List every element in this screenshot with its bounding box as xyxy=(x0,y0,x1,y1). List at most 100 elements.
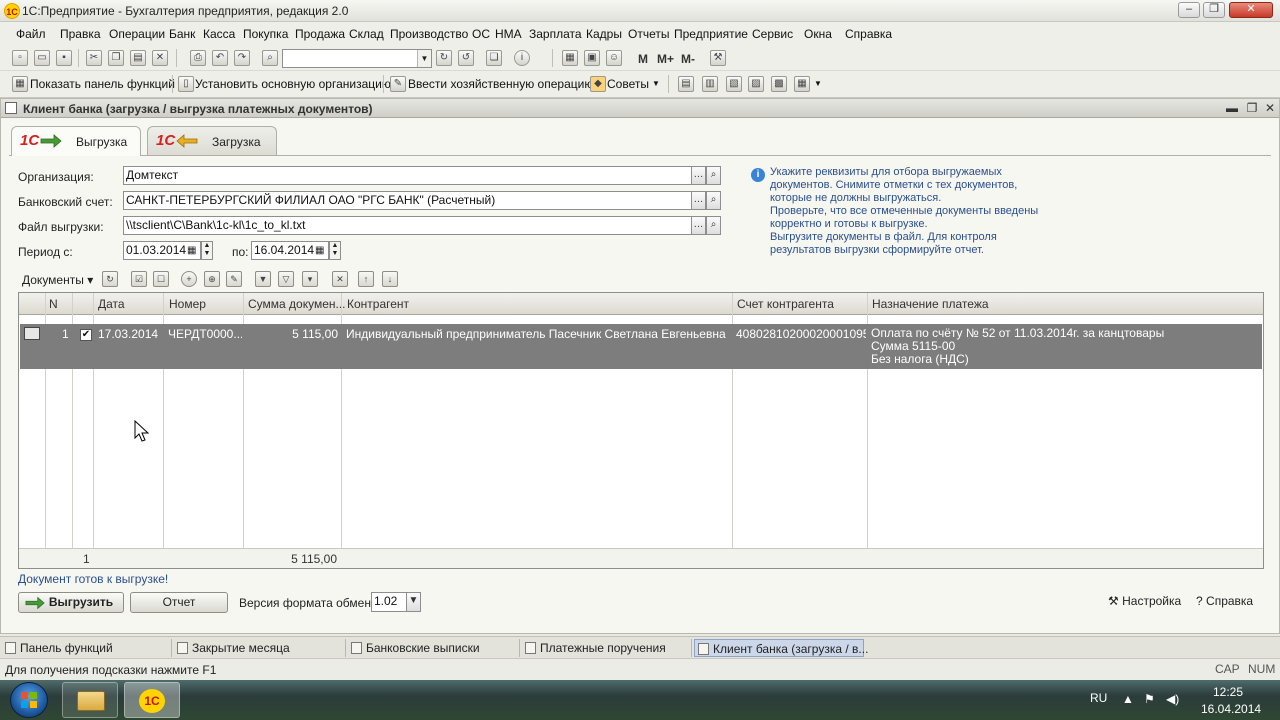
menu-cash[interactable]: Касса xyxy=(203,27,235,41)
memory-button[interactable]: M xyxy=(638,52,648,66)
windows-icon[interactable]: ❏ xyxy=(486,50,502,66)
tools-icon[interactable]: ⚒ xyxy=(710,50,726,66)
start-button[interactable] xyxy=(10,682,48,718)
menu-salary[interactable]: Зарплата xyxy=(529,27,582,41)
sort-desc-icon[interactable]: ↓ xyxy=(382,271,398,287)
settings-button[interactable]: ⚒ Настройка xyxy=(1108,594,1181,608)
set-organization-button[interactable]: Установить основную организацию xyxy=(195,77,391,91)
chevron-down-icon[interactable]: ▼ xyxy=(652,79,660,88)
menu-production[interactable]: Производство xyxy=(390,27,468,41)
menu-reports[interactable]: Отчеты xyxy=(628,27,669,41)
search-icon[interactable]: ⌕ xyxy=(706,191,721,210)
menu-operations[interactable]: Операции xyxy=(109,27,165,41)
uncheck-all-icon[interactable]: ☐ xyxy=(153,271,169,287)
maximize-button[interactable]: ❐ xyxy=(1203,2,1225,18)
turnover-icon[interactable]: ▩ xyxy=(771,76,787,92)
filter-icon[interactable]: ▼ xyxy=(255,271,271,287)
restore-icon[interactable]: ❐ xyxy=(1245,101,1259,115)
delete-icon[interactable]: ✕ xyxy=(152,50,168,66)
bank-account-field[interactable]: САНКТ-ПЕТЕРБУРГСКИЙ ФИЛИАЛ ОАО "РГС БАНК… xyxy=(123,191,693,210)
sort-asc-icon[interactable]: ↑ xyxy=(358,271,374,287)
edit-icon[interactable]: ✎ xyxy=(226,271,242,287)
tab-download[interactable]: 1С Загрузка xyxy=(147,126,277,155)
report-button[interactable]: Отчет xyxy=(130,592,228,613)
find-next-icon[interactable]: ↻ xyxy=(436,50,452,66)
select-button[interactable]: … xyxy=(691,191,706,210)
balance-icon[interactable]: ▥ xyxy=(702,76,718,92)
new-document-icon[interactable]: ▫ xyxy=(12,50,28,66)
menu-windows[interactable]: Окна xyxy=(804,27,832,41)
flag-icon[interactable]: ⚑ xyxy=(1144,692,1155,706)
close-icon[interactable]: ✕ xyxy=(1263,101,1277,115)
calendar-icon[interactable]: ▦ xyxy=(315,245,324,256)
window-tab-bank-client[interactable]: Клиент банка (загрузка / в... xyxy=(694,639,868,657)
window-tab-function-panel[interactable]: Панель функций xyxy=(2,639,172,657)
minimize-button[interactable]: ‒ xyxy=(1178,2,1200,18)
clear-filter-icon[interactable]: ✕ xyxy=(332,271,348,287)
upload-file-field[interactable]: \\tsclient\C\Bank\1c-kl\1c_to_kl.txt xyxy=(123,216,693,235)
journal-icon[interactable]: ▧ xyxy=(726,76,742,92)
search-icon[interactable]: ⌕ xyxy=(706,166,721,185)
menu-fixed-assets[interactable]: ОС xyxy=(472,27,490,41)
language-indicator[interactable]: RU xyxy=(1090,691,1107,705)
search-icon[interactable]: ⌕ xyxy=(262,50,278,66)
menu-help[interactable]: Справка xyxy=(845,27,892,41)
check-all-icon[interactable]: ☑ xyxy=(131,271,147,287)
refresh-icon[interactable]: ↻ xyxy=(102,271,118,287)
help-button[interactable]: ? Справка xyxy=(1196,594,1253,608)
users-icon[interactable]: ☺ xyxy=(606,50,622,66)
tab-upload[interactable]: 1С Выгрузка xyxy=(11,126,141,156)
copy-icon[interactable]: ❐ xyxy=(108,50,124,66)
window-tab-month-closing[interactable]: Закрытие месяца xyxy=(174,639,346,657)
taskbar-explorer[interactable] xyxy=(62,682,118,718)
row-checkbox[interactable]: ✔ xyxy=(80,329,92,341)
open-icon[interactable]: ▭ xyxy=(34,50,50,66)
chevron-down-icon[interactable]: ▼ xyxy=(814,79,822,88)
date-to-spinner[interactable]: ▲ ▼ xyxy=(329,241,341,260)
add-icon[interactable]: + xyxy=(181,271,197,287)
filter-list-icon[interactable]: ▾ xyxy=(302,271,318,287)
report-icon[interactable]: ▤ xyxy=(678,76,694,92)
tray-expand-icon[interactable]: ▲ xyxy=(1122,692,1134,706)
column-date[interactable]: Дата xyxy=(98,297,125,311)
menu-hr[interactable]: Кадры xyxy=(586,27,622,41)
menu-bank[interactable]: Банк xyxy=(169,27,195,41)
column-number[interactable]: Номер xyxy=(169,297,206,311)
clock-time[interactable]: 12:25 xyxy=(1213,685,1243,699)
undo-icon[interactable]: ↶ xyxy=(212,50,228,66)
memory-minus-button[interactable]: M- xyxy=(681,52,695,66)
menu-purchase[interactable]: Покупка xyxy=(243,27,288,41)
column-purpose[interactable]: Назначение платежа xyxy=(872,297,989,311)
menu-sale[interactable]: Продажа xyxy=(295,27,345,41)
window-tab-payment-orders[interactable]: Платежные поручения xyxy=(522,639,692,657)
close-button[interactable]: ✕ xyxy=(1229,2,1273,18)
enter-operation-button[interactable]: Ввести хозяйственную операцию xyxy=(408,77,593,91)
analysis-icon[interactable]: ▨ xyxy=(748,76,764,92)
card-icon[interactable]: ▦ xyxy=(794,76,810,92)
version-select[interactable]: 1.02 xyxy=(371,592,407,612)
calendar-icon[interactable]: ▦ xyxy=(187,245,196,256)
select-button[interactable]: … xyxy=(691,216,706,235)
print-icon[interactable]: ⎙ xyxy=(190,50,206,66)
calendar-icon[interactable]: ▣ xyxy=(584,50,600,66)
column-sum[interactable]: Сумма докумен... xyxy=(248,297,346,311)
calculator-icon[interactable]: ▦ xyxy=(562,50,578,66)
filter-value-icon[interactable]: ▽ xyxy=(278,271,294,287)
clock-date[interactable]: 16.04.2014 xyxy=(1201,702,1261,716)
organization-field[interactable]: Домтекст xyxy=(123,166,693,185)
chevron-down-icon[interactable]: ▼ xyxy=(406,592,421,612)
info-icon[interactable]: i xyxy=(514,50,530,66)
cut-icon[interactable]: ✂ xyxy=(86,50,102,66)
memory-plus-button[interactable]: M+ xyxy=(657,52,674,66)
show-panel-button[interactable]: Показать панель функций xyxy=(30,77,175,91)
taskbar-1c[interactable]: 1С xyxy=(124,682,180,718)
find-prev-icon[interactable]: ↺ xyxy=(458,50,474,66)
add-copy-icon[interactable]: ⊕ xyxy=(204,271,220,287)
save-icon[interactable]: ▪ xyxy=(56,50,72,66)
date-from-spinner[interactable]: ▲ ▼ xyxy=(201,241,213,260)
column-account[interactable]: Счет контрагента xyxy=(737,297,834,311)
upload-button[interactable]: Выгрузить xyxy=(18,592,124,613)
paste-icon[interactable]: ▤ xyxy=(130,50,146,66)
toolbar-search-input[interactable]: ▼ xyxy=(282,49,432,68)
table-row[interactable]: 1 ✔ 17.03.2014 ЧЕРДТ0000... 5 115,00 Инд… xyxy=(20,324,1262,369)
